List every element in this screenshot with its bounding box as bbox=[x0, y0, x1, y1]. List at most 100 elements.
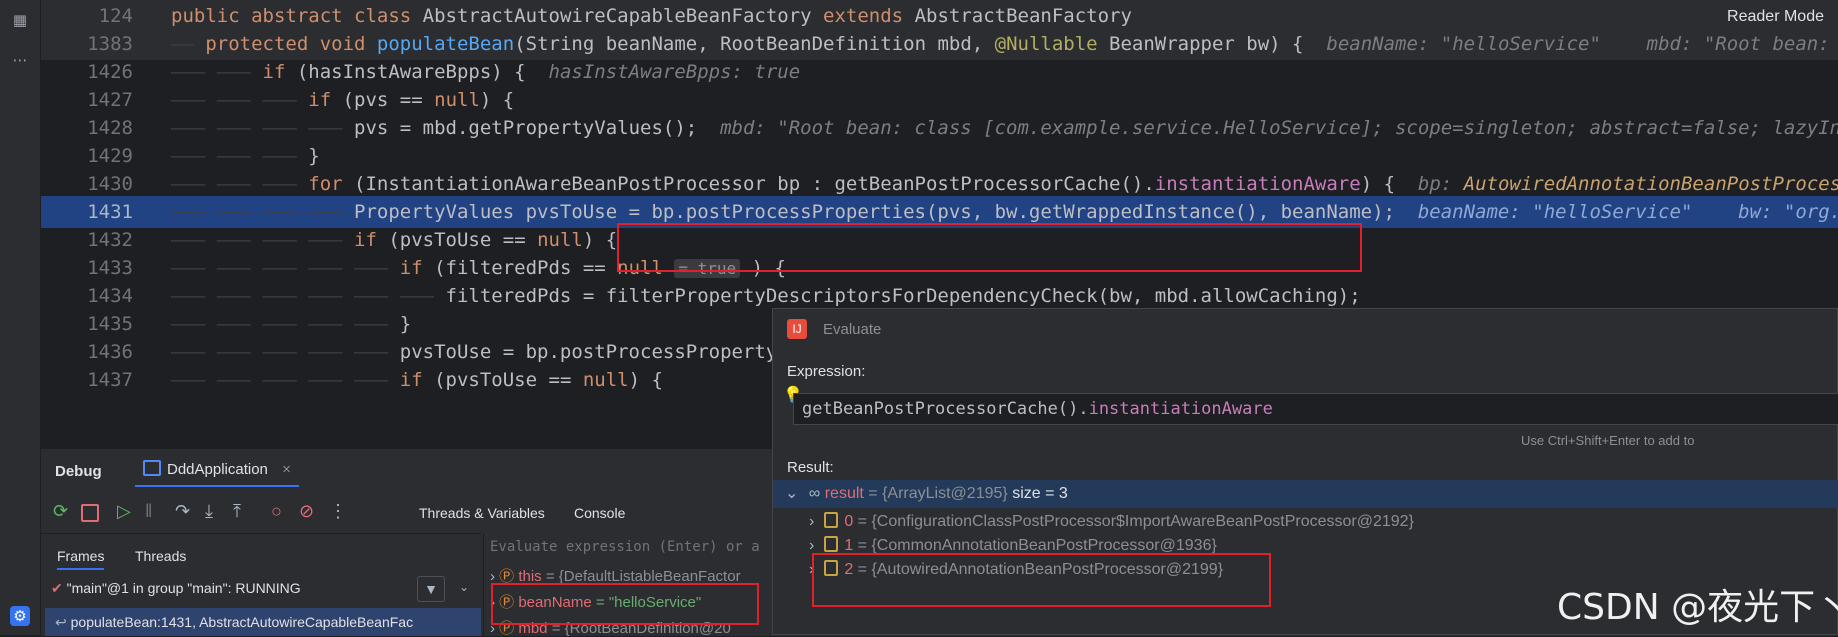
code-token: ) { bbox=[479, 89, 515, 111]
more-options-icon[interactable]: ⋮ bbox=[329, 501, 347, 522]
code-token: } bbox=[399, 313, 412, 335]
inline-value-hint: hasInstAwareBpps: true bbox=[548, 61, 801, 83]
code-token: ——— ——— bbox=[171, 61, 263, 83]
code-token: BeanWrapper bw) { bbox=[1109, 33, 1327, 55]
code-token: (pvs == bbox=[342, 89, 435, 111]
code-token: ——— ——— ——— bbox=[171, 89, 309, 111]
code-token: (String beanName, RootBeanDefinition mbd… bbox=[514, 33, 995, 55]
pause-icon[interactable]: ‖ bbox=[145, 501, 152, 522]
view-breakpoints-icon[interactable]: ○ bbox=[271, 501, 282, 522]
tab-dddapplication[interactable]: DddApplication × bbox=[135, 455, 299, 487]
line-number[interactable]: 1437 bbox=[41, 364, 133, 396]
code-token: (pvsToUse == bbox=[388, 229, 538, 251]
step-into-icon[interactable]: ⤓ bbox=[205, 501, 213, 522]
debug-icon[interactable]: ⚙ bbox=[10, 606, 30, 626]
tab-threads[interactable]: Threads bbox=[135, 548, 186, 564]
watermark: CSDN @夜光下丶 bbox=[1557, 587, 1838, 628]
code-token: ——— ——— ——— bbox=[171, 173, 309, 195]
stop-icon[interactable] bbox=[81, 504, 99, 522]
code-token: ——— ——— ——— ——— ——— bbox=[171, 341, 400, 363]
result-root-row[interactable]: ⌄ ∞ result = {ArrayList@2195} size = 3 bbox=[773, 480, 1838, 508]
structure-icon[interactable]: ▦ bbox=[10, 10, 30, 30]
inline-value-hint: beanName: "helloService" mbd: "Root bean… bbox=[1326, 33, 1830, 55]
code-token: null bbox=[434, 89, 480, 111]
inline-value-hint: bp: bbox=[1417, 173, 1464, 195]
inline-value-hint: AutowiredAnnotationBeanPostProcessor@219… bbox=[1463, 173, 1838, 195]
code-token: pvs = mbd.getPropertyValues(); bbox=[354, 117, 721, 139]
code-token: instantiationAware bbox=[1154, 173, 1361, 195]
code-token: if bbox=[354, 229, 389, 251]
code-token: (hasInstAwareBpps) { bbox=[296, 61, 549, 83]
item-value: = {CommonAnnotationBeanPostProcessor@193… bbox=[857, 537, 1217, 554]
code-token: ——— ——— ——— ——— bbox=[171, 117, 355, 139]
tab-threads-variables[interactable]: Threads & Variables bbox=[419, 505, 545, 521]
item-index: 1 bbox=[844, 537, 858, 554]
code-token: ——— ——— ——— ——— bbox=[171, 229, 355, 251]
rerun-icon[interactable]: ⟳ bbox=[53, 501, 68, 522]
code-text: ——— ——— ——— ——— ——— if (pvsToUse == null… bbox=[171, 364, 663, 396]
code-token: public abstract class bbox=[171, 5, 423, 27]
code-token: extends bbox=[823, 5, 915, 27]
more-icon[interactable]: ⋯ bbox=[10, 50, 30, 70]
intellij-icon: IJ bbox=[787, 319, 807, 339]
chevron-down-icon[interactable]: ⌄ bbox=[785, 485, 798, 502]
debug-toolbar: ⟳ ▷ ‖ ↷ ⤓ ⤒ ○ ⊘ ⋮ bbox=[53, 501, 433, 531]
evaluate-title: Evaluate bbox=[823, 321, 882, 338]
code-token: } bbox=[308, 145, 320, 167]
code-token: (pvsToUse == bbox=[434, 369, 583, 391]
object-icon bbox=[824, 512, 839, 528]
code-token: ——— ——— ——— ——— ——— ——— bbox=[171, 285, 446, 307]
expression-label: Expression: bbox=[787, 363, 866, 380]
close-icon[interactable]: × bbox=[282, 461, 291, 478]
mute-breakpoints-icon[interactable]: ⊘ bbox=[299, 501, 314, 522]
highlight-box-result-item bbox=[812, 553, 1271, 607]
code-token: if bbox=[399, 257, 435, 279]
code-token: AbstractAutowireCapableBeanFactory bbox=[422, 5, 824, 27]
app-config-icon bbox=[143, 460, 161, 476]
code-token: null bbox=[537, 229, 583, 251]
debug-title: Debug bbox=[55, 463, 102, 480]
frame-item[interactable]: ↩ populateBean:1431, AbstractAutowireCap… bbox=[45, 608, 481, 636]
watch-icon: ∞ bbox=[808, 485, 821, 502]
chevron-down-icon[interactable]: ⌄ bbox=[459, 580, 469, 594]
code-token: if bbox=[308, 89, 343, 111]
tab-frames[interactable]: Frames bbox=[57, 548, 105, 570]
code-token: ) { bbox=[1360, 173, 1418, 195]
code-token: ——— ——— ——— ——— bbox=[171, 201, 355, 223]
code-token: AbstractBeanFactory bbox=[914, 5, 1132, 27]
expression-input[interactable]: getBeanPostProcessorCache().instantiatio… bbox=[793, 393, 1838, 425]
thread-status[interactable]: ✔ "main"@1 in group "main": RUNNING bbox=[51, 580, 301, 597]
tool-strip: ▦ ⋯ ⚙ bbox=[0, 0, 41, 635]
code-token: PropertyValues pvsToUse = bp.postProcess… bbox=[354, 201, 1418, 223]
evaluate-expression-input[interactable]: Evaluate expression (Enter) or a bbox=[490, 539, 760, 555]
code-token: @Nullable bbox=[994, 33, 1110, 55]
code-token: ——— ——— ——— ——— ——— bbox=[171, 369, 400, 391]
return-icon: ↩ bbox=[55, 614, 67, 630]
inline-value-hint: beanName: "helloService" bw: "org.spring… bbox=[1417, 201, 1838, 223]
step-over-icon[interactable]: ↷ bbox=[175, 501, 190, 522]
code-token: (filteredPds == bbox=[434, 257, 618, 279]
frames-panel: Frames Threads ✔ "main"@1 in group "main… bbox=[41, 533, 481, 637]
code-token: if bbox=[399, 369, 435, 391]
code-token: protected void bbox=[205, 33, 377, 55]
code-token: if bbox=[262, 61, 297, 83]
highlight-box-statement bbox=[617, 223, 1362, 272]
item-index: 0 bbox=[844, 513, 858, 530]
item-value: = {ConfigurationClassPostProcessor$Impor… bbox=[857, 513, 1414, 530]
code-token: populateBean bbox=[376, 33, 515, 55]
step-out-icon[interactable]: ⤒ bbox=[233, 501, 241, 522]
code-token: ) { bbox=[582, 229, 618, 251]
code-token: ——— ——— ——— ——— ——— bbox=[171, 257, 400, 279]
chevron-right-icon[interactable]: › bbox=[809, 537, 814, 554]
tab-console[interactable]: Console bbox=[574, 505, 625, 521]
shortcut-hint: Use Ctrl+Shift+Enter to add to bbox=[1521, 433, 1695, 448]
reader-mode-button[interactable]: Reader Mode bbox=[1727, 8, 1824, 26]
check-icon: ✔ bbox=[51, 580, 63, 596]
filter-icon[interactable]: ▼ bbox=[417, 576, 445, 602]
code-token: —— bbox=[171, 33, 206, 55]
code-token: ——— ——— ——— ——— ——— bbox=[171, 313, 400, 335]
chevron-right-icon[interactable]: › bbox=[809, 513, 814, 530]
code-token: filteredPds = filterPropertyDescriptorsF… bbox=[445, 285, 1361, 307]
result-label: Result: bbox=[787, 459, 834, 476]
resume-icon[interactable]: ▷ bbox=[117, 501, 131, 522]
